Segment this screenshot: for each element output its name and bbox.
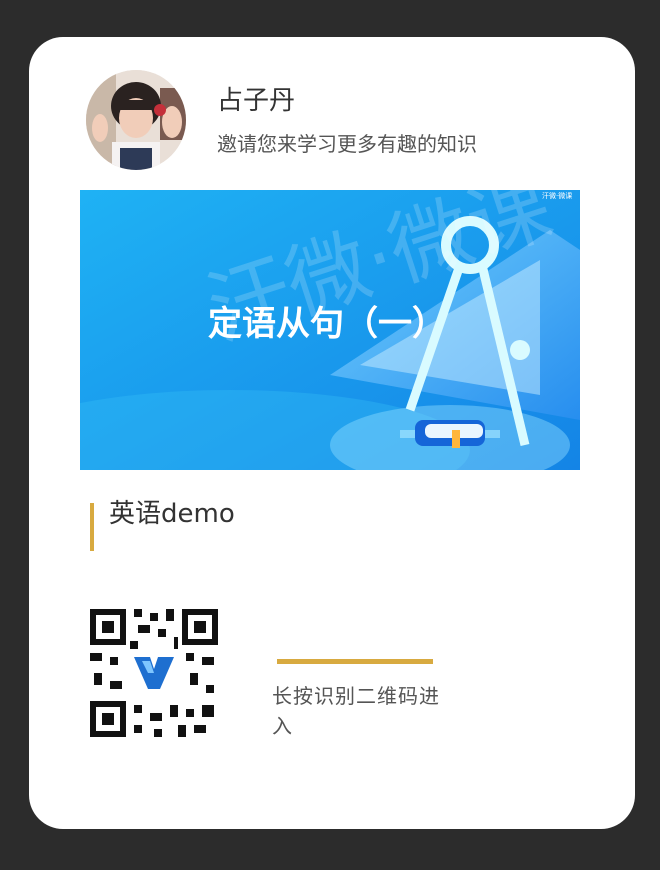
course-title: 英语demo (109, 499, 235, 529)
cover-title: 定语从句（一） (208, 304, 446, 344)
course-cover-image[interactable]: 汗微·微课 定语从句（一） 汗微·微课 (80, 190, 580, 470)
qr-hint-text: 长按识别二维码进入 (272, 684, 440, 738)
avatar (86, 70, 186, 170)
corner-label: 汗微·微课 (542, 191, 572, 200)
title-accent-bar (90, 503, 94, 551)
user-name: 占子丹 (217, 86, 296, 116)
share-card: 占子丹 邀请您来学习更多有趣的知识 汗微·微课 定语从句（一） 汗微·微课 英语… (29, 37, 635, 829)
divider-line (277, 659, 433, 664)
qr-code-icon[interactable] (90, 609, 218, 737)
book-icon (415, 420, 485, 448)
invite-text: 邀请您来学习更多有趣的知识 (217, 132, 477, 156)
course-title-section: 英语demo (90, 499, 570, 551)
